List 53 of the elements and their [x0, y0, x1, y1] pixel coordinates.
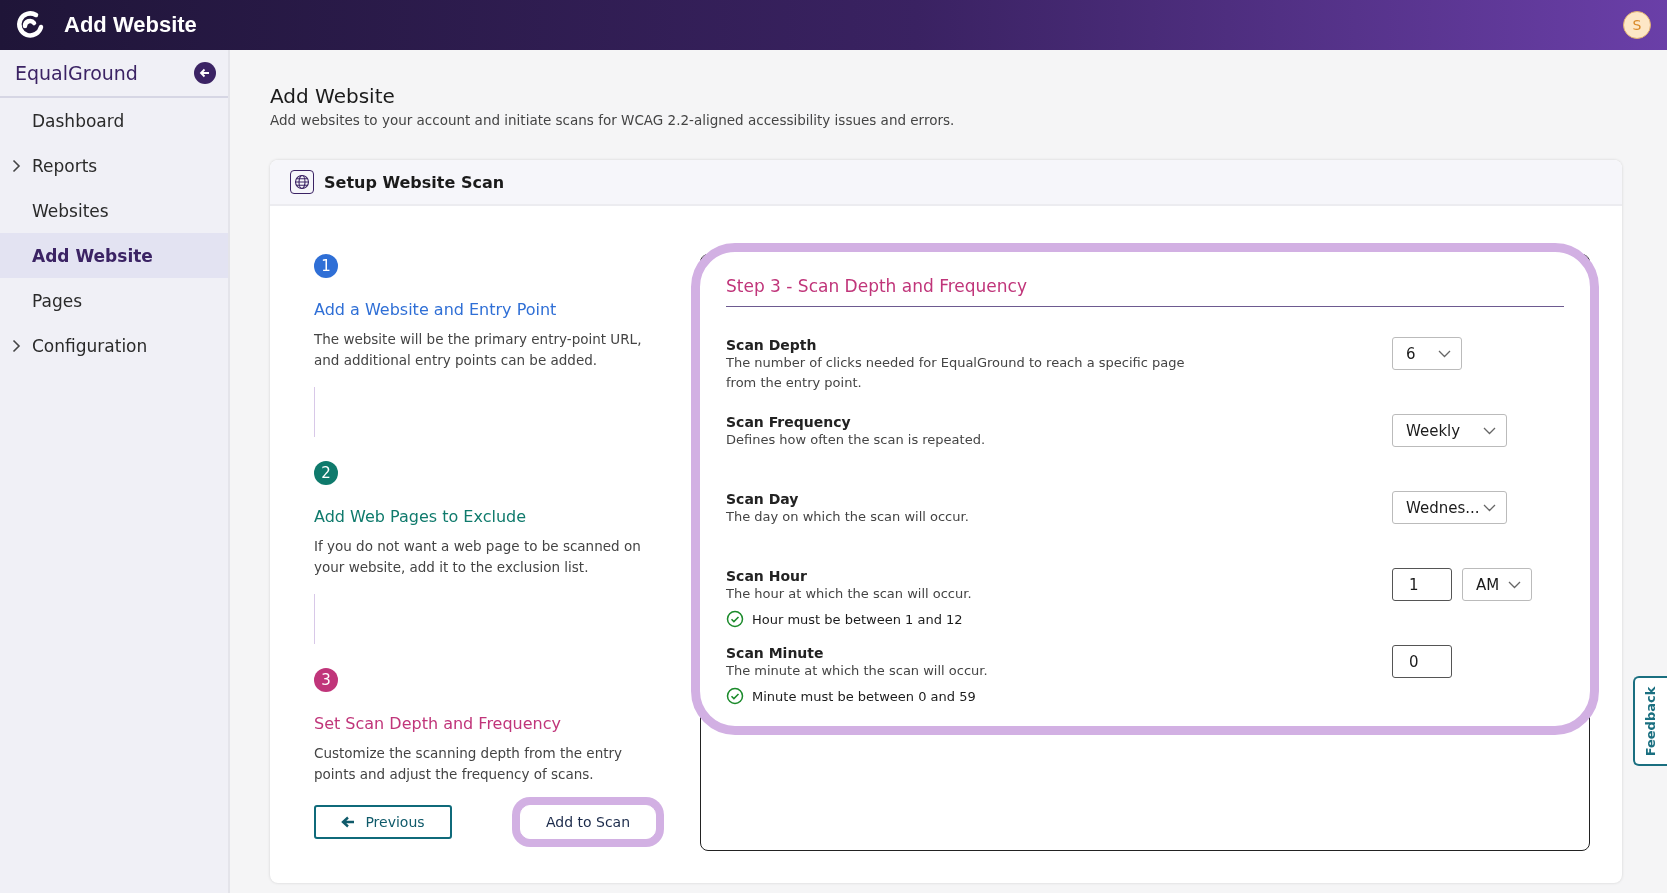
- number-input[interactable]: 1: [1392, 568, 1452, 601]
- dropdown-select[interactable]: Wednes...: [1392, 491, 1507, 524]
- arrow-left-icon: [199, 67, 211, 79]
- arrow-left-icon: [341, 816, 356, 828]
- validation-message: Hour must be between 1 and 12: [726, 610, 1216, 628]
- sidebar-item[interactable]: Reports: [0, 143, 228, 188]
- card-title: Setup Website Scan: [324, 172, 505, 192]
- step-number: 1: [314, 254, 338, 278]
- sidebar-item[interactable]: Websites: [0, 188, 228, 233]
- caret-icon: [1483, 503, 1496, 512]
- feedback-tab[interactable]: Feedback: [1633, 676, 1667, 766]
- previous-button[interactable]: Previous: [314, 805, 452, 839]
- setting-description: The number of clicks needed for EqualGround to reach a specific page from the entry point.: [726, 354, 1186, 392]
- check-circle-icon: [726, 610, 744, 628]
- setting-description: Defines how often the scan is repeated.: [726, 431, 987, 449]
- step-number: 3: [314, 668, 338, 692]
- collapse-button[interactable]: [194, 62, 216, 84]
- dropdown-select[interactable]: Weekly: [1392, 414, 1507, 447]
- step-title: Set Scan Depth and Frequency: [314, 714, 562, 733]
- brand-name: EqualGround: [15, 62, 138, 84]
- app-title: Add Website: [64, 12, 198, 38]
- step-title: Add Web Pages to Exclude: [314, 507, 527, 526]
- setting-label: Scan Day: [726, 491, 800, 507]
- panel-title: Step 3 - Scan Depth and Frequency: [726, 276, 1564, 307]
- sidebar-item[interactable]: Pages: [0, 278, 228, 323]
- validation-message: Minute must be between 0 and 59: [726, 687, 1216, 705]
- sidebar-item[interactable]: Add Website: [0, 233, 228, 278]
- check-circle-icon: [726, 687, 744, 705]
- step-title: Add a Website and Entry Point: [314, 300, 558, 319]
- setting-label: Scan Frequency: [726, 414, 852, 430]
- setting-label: Scan Depth: [726, 337, 818, 353]
- globe-icon: [290, 170, 314, 194]
- dropdown-select[interactable]: 6: [1392, 337, 1462, 370]
- step-number: 2: [314, 461, 338, 485]
- number-input[interactable]: 0: [1392, 645, 1452, 678]
- step-description: The website will be the primary entry-point URL, and additional entry points can be added.: [314, 330, 643, 370]
- sidebar-item[interactable]: Configuration: [0, 323, 228, 368]
- page-subtitle: Add websites to your account and initiate scans for WCAG 2.2-aligned accessibility issues and errors.: [270, 112, 956, 128]
- page-title: Add Website: [270, 84, 396, 108]
- chevron-right-icon: [12, 158, 21, 173]
- setting-label: Scan Hour: [726, 568, 808, 584]
- chevron-right-icon: [12, 338, 21, 353]
- setting-description: The day on which the scan will occur.: [726, 508, 970, 526]
- step-description: If you do not want a web page to be scanned on your website, add it to the exclusion list.: [314, 537, 642, 577]
- caret-icon: [1438, 349, 1451, 358]
- dropdown-select[interactable]: AM: [1462, 568, 1532, 601]
- step-description: Customize the scanning depth from the entry points and adjust the frequency of scans.: [314, 744, 624, 784]
- setting-description: The hour at which the scan will occur.: [726, 585, 973, 603]
- sidebar-item[interactable]: Dashboard: [0, 98, 228, 143]
- caret-icon: [1508, 580, 1521, 589]
- caret-icon: [1483, 426, 1496, 435]
- setting-description: The minute at which the scan will occur.: [726, 662, 989, 680]
- setting-label: Scan Minute: [726, 645, 825, 661]
